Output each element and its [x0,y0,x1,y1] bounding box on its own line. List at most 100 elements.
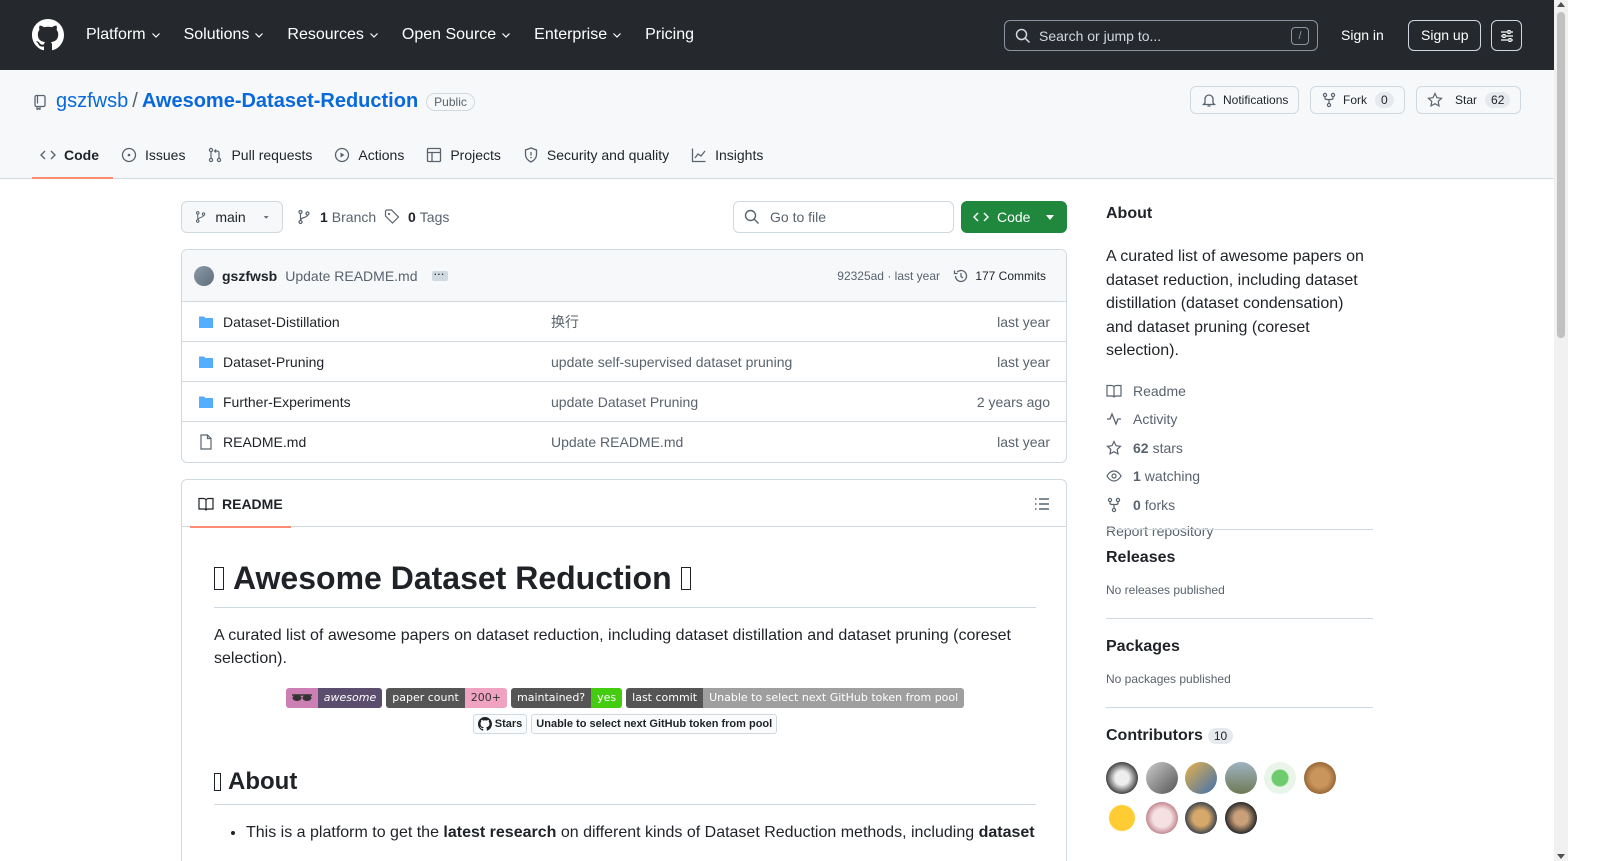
repo-name-link[interactable]: Awesome-Dataset-Reduction [142,90,418,113]
chevron-down-icon [369,33,378,38]
avatar[interactable] [1303,762,1336,794]
file-commit-message[interactable]: 换行 [551,312,579,332]
commit-hash[interactable]: 92325ad · last year [837,269,940,283]
global-header: Platform Solutions Resources Open Source… [0,0,1568,70]
book-icon [198,497,214,511]
contributors-section: Contributors 10 [1106,707,1373,834]
file-name[interactable]: Dataset-Pruning [223,354,324,370]
tab-readme[interactable]: README [190,480,291,528]
avatar[interactable] [194,265,214,286]
packages-heading[interactable]: Packages [1106,638,1373,656]
menu-button[interactable] [1491,20,1522,51]
repo-icon [34,94,46,110]
repo-tabs: Code Issues Pull requests Actions Projec… [32,132,777,179]
file-commit-message[interactable]: update Dataset Pruning [551,394,698,410]
last-commit-badge[interactable]: last commit Unable to select next GitHub… [626,688,965,708]
star-button[interactable]: Star 62 [1416,86,1522,114]
sunglasses-icon [285,688,318,708]
code-icon [973,212,989,222]
table-row[interactable]: Dataset-Distillation 换行 last year [182,302,1066,342]
latest-commit-bar: gszfwsb Update README.md 92325ad · last … [182,250,1066,302]
readme-link[interactable]: Readme [1106,377,1373,406]
file-name[interactable]: Dataset-Distillation [223,314,340,330]
branch-select[interactable]: main [181,201,283,233]
emoji-placeholder-icon [214,773,221,791]
commit-author[interactable]: gszfwsb [222,268,277,284]
code-button[interactable]: Code [961,201,1067,233]
outline-icon[interactable] [1034,496,1050,512]
table-row[interactable]: README.md Update README.md last year [182,422,1066,462]
search-input[interactable]: Search or jump to... / [1004,20,1318,51]
avatar[interactable] [1224,762,1257,794]
nav-resources[interactable]: Resources [287,26,379,44]
github-stars-count-badge[interactable]: Unable to select next GitHub token from … [531,714,778,734]
history-icon [954,269,968,282]
nav-pricing[interactable]: Pricing [645,26,694,44]
tab-pull-requests[interactable]: Pull requests [199,132,326,178]
file-commit-message[interactable]: Update README.md [551,434,683,450]
tab-issues[interactable]: Issues [113,132,199,178]
about-description: A curated list of awesome papers on data… [1106,248,1364,359]
about-links: Readme Activity 62 stars 1 watching 0 forks [1106,377,1373,520]
github-stars-badge[interactable]: Stars [472,714,528,734]
file-name[interactable]: Further-Experiments [223,394,351,410]
tab-projects[interactable]: Projects [418,132,515,178]
paper-count-badge[interactable]: paper count 200+ [386,688,507,708]
activity-link[interactable]: Activity [1106,405,1373,434]
repo-owner-link[interactable]: gszfwsb [56,90,128,113]
commits-link[interactable]: 177 Commits [953,268,1046,284]
github-logo-icon[interactable] [32,19,64,51]
file-name[interactable]: README.md [223,434,306,450]
avatar[interactable] [1106,802,1138,834]
visibility-badge: Public [426,92,475,111]
tab-insights[interactable]: Insights [683,132,777,178]
vertical-scrollbar[interactable] [1554,0,1568,861]
maintained-badge[interactable]: maintained? yes [510,688,623,708]
contributor-avatars [1106,762,1336,834]
avatar[interactable] [1145,762,1178,794]
file-icon [200,434,212,450]
nav-enterprise[interactable]: Enterprise [534,26,623,44]
nav-open-source[interactable]: Open Source [402,26,512,44]
go-to-file-placeholder: Go to file [770,209,827,225]
folder-icon [199,316,213,328]
avatar[interactable] [1185,762,1217,794]
table-row[interactable]: Dataset-Pruning update self-supervised d… [182,342,1066,382]
avatar[interactable] [1264,762,1296,794]
issue-icon [121,147,137,163]
commit-expand-button[interactable] [431,263,448,281]
table-row[interactable]: Further-Experiments update Dataset Pruni… [182,382,1066,422]
tab-code[interactable]: Code [32,132,113,179]
readme-about-heading: About [214,768,1036,805]
nav-solutions[interactable]: Solutions [184,26,266,44]
notifications-button[interactable]: Notifications [1190,86,1300,114]
forks-link[interactable]: 0 forks [1106,491,1373,520]
tags-link[interactable]: 0 Tags [384,209,449,225]
commit-message[interactable]: Update README.md [285,268,417,284]
avatar[interactable] [1185,802,1217,834]
branches-link[interactable]: 1 Branch [296,209,376,225]
stars-link[interactable]: 62 stars [1106,434,1373,463]
sign-up-button[interactable]: Sign up [1408,20,1482,51]
avatar[interactable] [1224,802,1257,834]
watching-link[interactable]: 1 watching [1106,462,1373,491]
tab-security[interactable]: Security and quality [515,132,683,178]
search-shortcut-key: / [1291,27,1309,45]
file-commit-message[interactable]: update self-supervised dataset pruning [551,354,792,370]
repo-header: gszfwsb / Awesome-Dataset-Reduction Publ… [0,70,1568,179]
avatar[interactable] [1145,802,1178,834]
avatar[interactable] [1106,762,1138,794]
contributors-heading[interactable]: Contributors 10 [1106,727,1373,745]
caret-down-icon [1046,215,1054,220]
awesome-badge[interactable]: awesome [285,688,383,708]
releases-heading[interactable]: Releases [1106,549,1373,567]
star-icon [1106,439,1122,455]
go-to-file-input[interactable]: Go to file [733,201,954,233]
nav-platform[interactable]: Platform [86,26,162,44]
sign-in-link[interactable]: Sign in [1330,20,1395,51]
fork-button[interactable]: Fork 0 [1310,86,1405,114]
star-count: 62 [1485,92,1511,108]
file-commit-time: last year [997,353,1050,370]
search-placeholder: Search or jump to... [1039,27,1162,44]
tab-actions[interactable]: Actions [326,132,418,178]
